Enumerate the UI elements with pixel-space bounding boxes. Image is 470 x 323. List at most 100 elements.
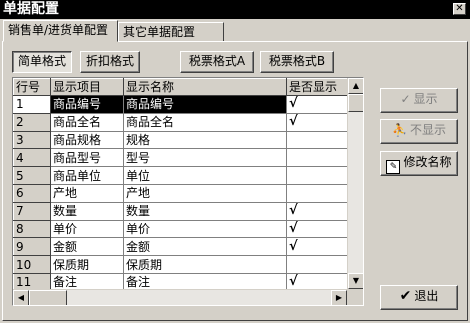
close-icon: ✕ (455, 3, 464, 14)
display-name-cell[interactable]: 商品全名 (123, 113, 287, 132)
arrow-up-icon: ▲ (352, 81, 360, 90)
button-label: 退出 (414, 289, 439, 303)
checkmark-icon: ✔ (399, 288, 412, 304)
display-name-cell[interactable]: 单位 (123, 166, 287, 185)
visible-cell[interactable]: √ (286, 113, 349, 132)
tab-label: 销售单/进货单配置 (8, 23, 109, 37)
scroll-up-button[interactable]: ▲ (348, 78, 363, 94)
row-number-cell[interactable]: 9 (13, 237, 51, 257)
tab-other-documents[interactable]: 其它单据配置 (118, 22, 224, 42)
display-name-cell[interactable]: 数量 (123, 202, 287, 221)
item-cell[interactable]: 数量 (50, 202, 124, 221)
row-number-cell[interactable]: 1 (13, 95, 51, 114)
table-row[interactable]: 9 金额 金额 √ (13, 237, 349, 257)
row-number-cell[interactable]: 3 (13, 130, 51, 150)
vertical-scrollbar[interactable]: ▲ ▼ (347, 78, 363, 289)
table-row[interactable]: 7 数量 数量 √ (13, 201, 349, 221)
exit-button[interactable]: ✔ 退出 (380, 285, 458, 310)
row-number-cell[interactable]: 5 (13, 166, 51, 185)
display-name-cell[interactable]: 规格 (123, 131, 287, 150)
button-label: 折扣格式 (85, 54, 134, 68)
grid-body: 1 商品编号 商品编号 √ 2 商品全名 商品全名 √ 3 商品规格 规格 4 商品型号 型号 5 商品单位单… (13, 95, 349, 292)
arrow-down-icon: ▼ (352, 276, 360, 285)
button-label: 税票格式A (188, 54, 246, 68)
arrow-right-icon: ▶ (335, 293, 343, 302)
row-number-cell[interactable]: 7 (13, 201, 51, 221)
button-label: 修改名称 (403, 155, 452, 169)
row-number-cell[interactable]: 2 (13, 112, 51, 132)
person-icon: ⛹ (392, 123, 407, 137)
display-name-cell[interactable]: 单价 (123, 220, 287, 239)
row-number-cell[interactable]: 8 (13, 219, 51, 239)
visible-cell[interactable] (286, 166, 349, 185)
visible-cell[interactable] (286, 148, 349, 168)
arrow-left-icon: ◀ (17, 293, 25, 302)
window-title: 单据配置 (3, 1, 59, 17)
button-label: 简单格式 (17, 54, 66, 68)
vertical-scroll-thumb[interactable] (348, 94, 363, 112)
tax-format-b-button[interactable]: 税票格式B (260, 51, 334, 73)
scroll-right-button[interactable]: ▶ (331, 290, 347, 305)
item-cell[interactable]: 商品型号 (50, 148, 124, 168)
hide-button[interactable]: ⛹ 不显示 (380, 119, 458, 144)
col-header-row-no[interactable]: 行号 (13, 78, 51, 96)
table-row[interactable]: 6 产地 产地 (13, 183, 349, 203)
item-cell[interactable]: 保质期 (50, 255, 124, 274)
table-row[interactable]: 1 商品编号 商品编号 √ (13, 95, 349, 114)
scroll-left-button[interactable]: ◀ (13, 290, 29, 305)
visible-cell[interactable]: √ (286, 95, 349, 114)
display-name-cell[interactable]: 金额 (123, 237, 287, 257)
visible-cell[interactable] (286, 131, 349, 150)
col-header-visible[interactable]: 是否显示 (286, 78, 349, 96)
visible-cell[interactable]: √ (286, 220, 349, 239)
item-cell[interactable]: 商品编号 (50, 95, 124, 114)
scrollbar-corner (347, 289, 363, 305)
simple-format-button[interactable]: 简单格式 (12, 51, 72, 73)
display-name-cell[interactable]: 型号 (123, 148, 287, 168)
scroll-down-button[interactable]: ▼ (348, 273, 363, 289)
row-number-cell[interactable]: 4 (13, 148, 51, 168)
item-cell[interactable]: 产地 (50, 184, 124, 203)
close-button[interactable]: ✕ (453, 3, 466, 15)
grid-table: 行号 显示项目 显示名称 是否显示 1 商品编号 商品编号 √ 2 商品全名 商品全名 √ 3 商… (13, 78, 349, 292)
edit-icon: ✎ (386, 160, 401, 174)
show-button[interactable]: ✓ 显示 (380, 88, 458, 113)
table-row[interactable]: 10 保质期 保质期 (13, 255, 349, 274)
table-row[interactable]: 5 商品单位 单位 (13, 166, 349, 185)
item-cell[interactable]: 金额 (50, 237, 124, 257)
row-number-cell[interactable]: 10 (13, 255, 51, 274)
display-name-cell[interactable]: 保质期 (123, 255, 287, 274)
config-window: 单据配置 ✕ 销售单/进货单配置 其它单据配置 简单格式 折扣格式 税票格式A … (0, 0, 470, 323)
horizontal-scrollbar[interactable]: ◀ ▶ (13, 289, 347, 305)
col-header-item[interactable]: 显示项目 (50, 78, 124, 96)
visible-cell[interactable]: √ (286, 202, 349, 221)
item-cell[interactable]: 商品全名 (50, 113, 124, 132)
row-number-cell[interactable]: 6 (13, 183, 51, 203)
display-name-cell[interactable]: 商品编号 (123, 95, 287, 114)
horizontal-scroll-thumb[interactable] (29, 290, 67, 305)
table-row[interactable]: 3 商品规格 规格 (13, 130, 349, 150)
tab-label: 其它单据配置 (123, 25, 196, 39)
table-row[interactable]: 4 商品型号 型号 (13, 148, 349, 168)
tax-format-a-button[interactable]: 税票格式A (180, 51, 254, 73)
visible-cell[interactable] (286, 255, 349, 274)
visible-cell[interactable]: √ (286, 237, 349, 257)
item-cell[interactable]: 单价 (50, 220, 124, 239)
title-bar: 单据配置 ✕ (0, 0, 470, 19)
button-label: 不显示 (409, 123, 446, 137)
table-row[interactable]: 8 单价 单价 √ (13, 219, 349, 239)
button-label: 税票格式B (268, 54, 326, 68)
discount-format-button[interactable]: 折扣格式 (80, 51, 140, 73)
display-name-cell[interactable]: 产地 (123, 184, 287, 203)
button-label: 显示 (413, 92, 438, 106)
grid-header-row: 行号 显示项目 显示名称 是否显示 (13, 78, 349, 96)
config-grid[interactable]: 行号 显示项目 显示名称 是否显示 1 商品编号 商品编号 √ 2 商品全名 商品全名 √ 3 商… (12, 77, 364, 306)
item-cell[interactable]: 商品规格 (50, 131, 124, 150)
item-cell[interactable]: 商品单位 (50, 166, 124, 185)
col-header-name[interactable]: 显示名称 (123, 78, 287, 96)
visible-cell[interactable] (286, 184, 349, 203)
checkmark-icon: ✓ (400, 92, 411, 106)
rename-button[interactable]: ✎ 修改名称 (380, 151, 458, 176)
tab-sales-purchase[interactable]: 销售单/进货单配置 (3, 20, 118, 42)
table-row[interactable]: 2 商品全名 商品全名 √ (13, 112, 349, 132)
